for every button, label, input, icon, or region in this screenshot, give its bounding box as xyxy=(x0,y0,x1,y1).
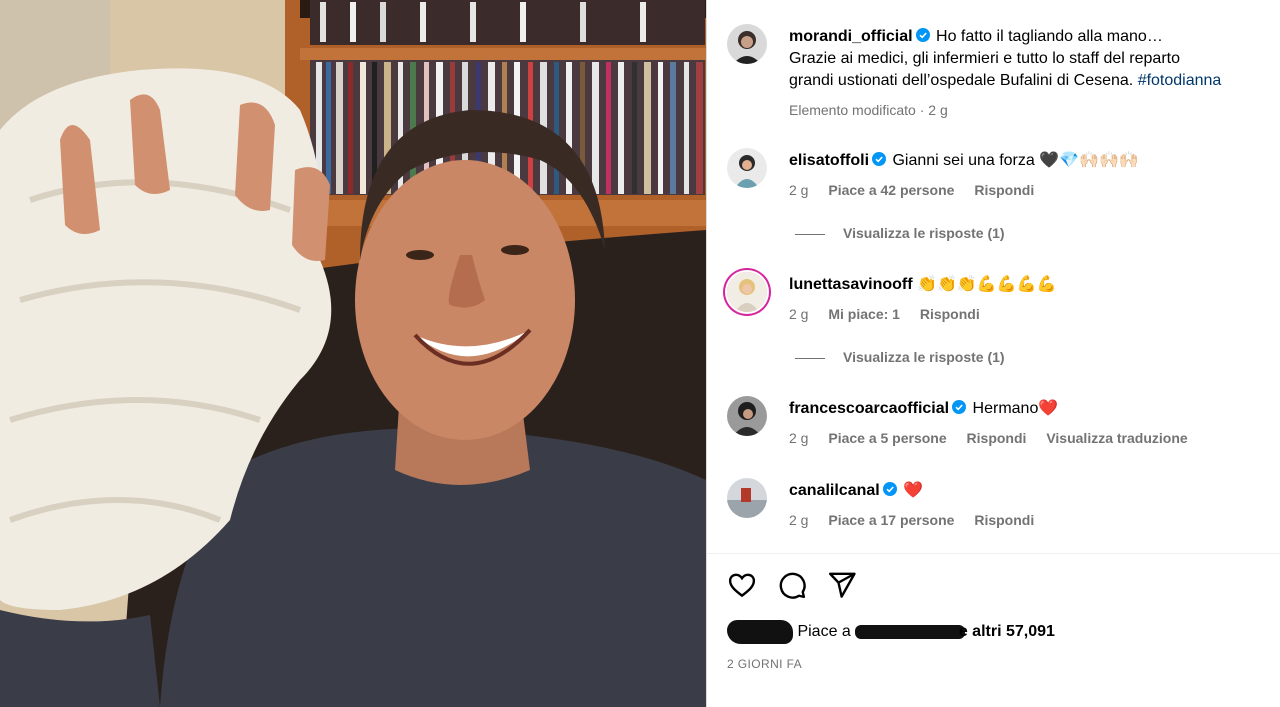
heart-icon[interactable] xyxy=(727,570,759,602)
comment-text: ❤️ xyxy=(903,482,924,499)
post-side-panel: morandi_official Ho fatto il tagliando a… xyxy=(706,0,1280,707)
likes-prefix: Piace a xyxy=(797,623,851,641)
caption-line-2: Grazie ai medici, gli infermieri e tutto… xyxy=(789,50,1180,67)
view-replies-button[interactable]: Visualizza le risposte (1) xyxy=(795,349,1005,365)
commenter-avatar[interactable] xyxy=(727,148,767,188)
comment-item: francescoarcaofficial Hermano❤️ 2 g Piac… xyxy=(727,396,1272,456)
view-replies-button[interactable]: Visualizza le risposte (1) xyxy=(795,225,1005,241)
post-photo[interactable] xyxy=(0,0,706,707)
comment-time[interactable]: 2 g xyxy=(789,306,808,322)
comment-time[interactable]: 2 g xyxy=(789,182,808,198)
reply-button[interactable]: Rispondi xyxy=(974,182,1034,198)
comment-item: lunettasavinooff 👏👏👏💪💪💪💪 2 g Mi piace: 1… xyxy=(727,272,1272,332)
comment-username[interactable]: elisatoffoli xyxy=(789,152,869,169)
reply-button[interactable]: Rispondi xyxy=(974,512,1034,528)
comment-item: canalilcanal ❤️ 2 g Piace a 17 persone R… xyxy=(727,478,1272,538)
caption-line-3: grandi ustionati dell’ospedale Bufalini … xyxy=(789,72,1134,89)
commenter-avatar[interactable] xyxy=(727,396,767,436)
commenter-avatar[interactable] xyxy=(727,478,767,518)
hashtag-link[interactable]: #fotodianna xyxy=(1138,72,1222,89)
post-timestamp[interactable]: 2 GIORNI FA xyxy=(727,657,802,671)
comment-username[interactable]: lunettasavinooff xyxy=(789,276,913,293)
comment-text: 👏👏👏💪💪💪💪 xyxy=(917,276,1057,293)
comment-likes[interactable]: Piace a 17 persone xyxy=(828,512,954,528)
reply-button[interactable]: Rispondi xyxy=(920,306,980,322)
comment-username[interactable]: francescoarcaofficial xyxy=(789,400,949,417)
verified-badge-icon xyxy=(882,481,897,496)
comment-text: Gianni sei una forza 🖤💎🙌🏻🙌🏻🙌🏻 xyxy=(892,152,1139,169)
view-replies-label: Visualizza le risposte (1) xyxy=(843,225,1005,241)
comment-item: elisatoffoli Gianni sei una forza 🖤💎🙌🏻🙌🏻… xyxy=(727,148,1272,208)
actions-divider xyxy=(707,553,1280,554)
comment-likes[interactable]: Piace a 42 persone xyxy=(828,182,954,198)
comment-icon[interactable] xyxy=(777,570,809,602)
caption-meta: Elemento modificato · 2 g xyxy=(789,102,948,118)
verified-badge-icon xyxy=(915,27,930,42)
comment-time[interactable]: 2 g xyxy=(789,430,808,446)
verified-badge-icon xyxy=(952,399,967,414)
redacted-avatars xyxy=(727,620,793,644)
comment-likes[interactable]: Piace a 5 persone xyxy=(828,430,946,446)
comment-likes[interactable]: Mi piace: 1 xyxy=(828,306,900,322)
commenter-avatar[interactable] xyxy=(727,272,767,312)
verified-badge-icon xyxy=(872,151,887,166)
edited-label: Elemento modificato xyxy=(789,102,916,118)
redacted-username xyxy=(854,625,965,639)
comment-time[interactable]: 2 g xyxy=(789,512,808,528)
likes-count[interactable]: e altri 57,091 xyxy=(959,623,1055,640)
translate-button[interactable]: Visualizza traduzione xyxy=(1046,430,1187,446)
comment-username[interactable]: canalilcanal xyxy=(789,482,880,499)
reply-button[interactable]: Rispondi xyxy=(967,430,1027,446)
share-icon[interactable] xyxy=(827,570,859,602)
likes-summary[interactable]: Piace a e altri 57,091 xyxy=(727,620,1055,644)
replies-divider xyxy=(795,357,825,359)
replies-divider xyxy=(795,233,825,235)
author-avatar[interactable] xyxy=(727,24,767,64)
author-username[interactable]: morandi_official xyxy=(789,28,913,45)
view-replies-label: Visualizza le risposte (1) xyxy=(843,349,1005,365)
post-caption: morandi_official Ho fatto il tagliando a… xyxy=(727,24,1272,124)
edited-time: 2 g xyxy=(928,102,948,118)
caption-line-1: Ho fatto il tagliando alla mano… xyxy=(936,28,1163,45)
comment-text: Hermano❤️ xyxy=(972,400,1059,417)
